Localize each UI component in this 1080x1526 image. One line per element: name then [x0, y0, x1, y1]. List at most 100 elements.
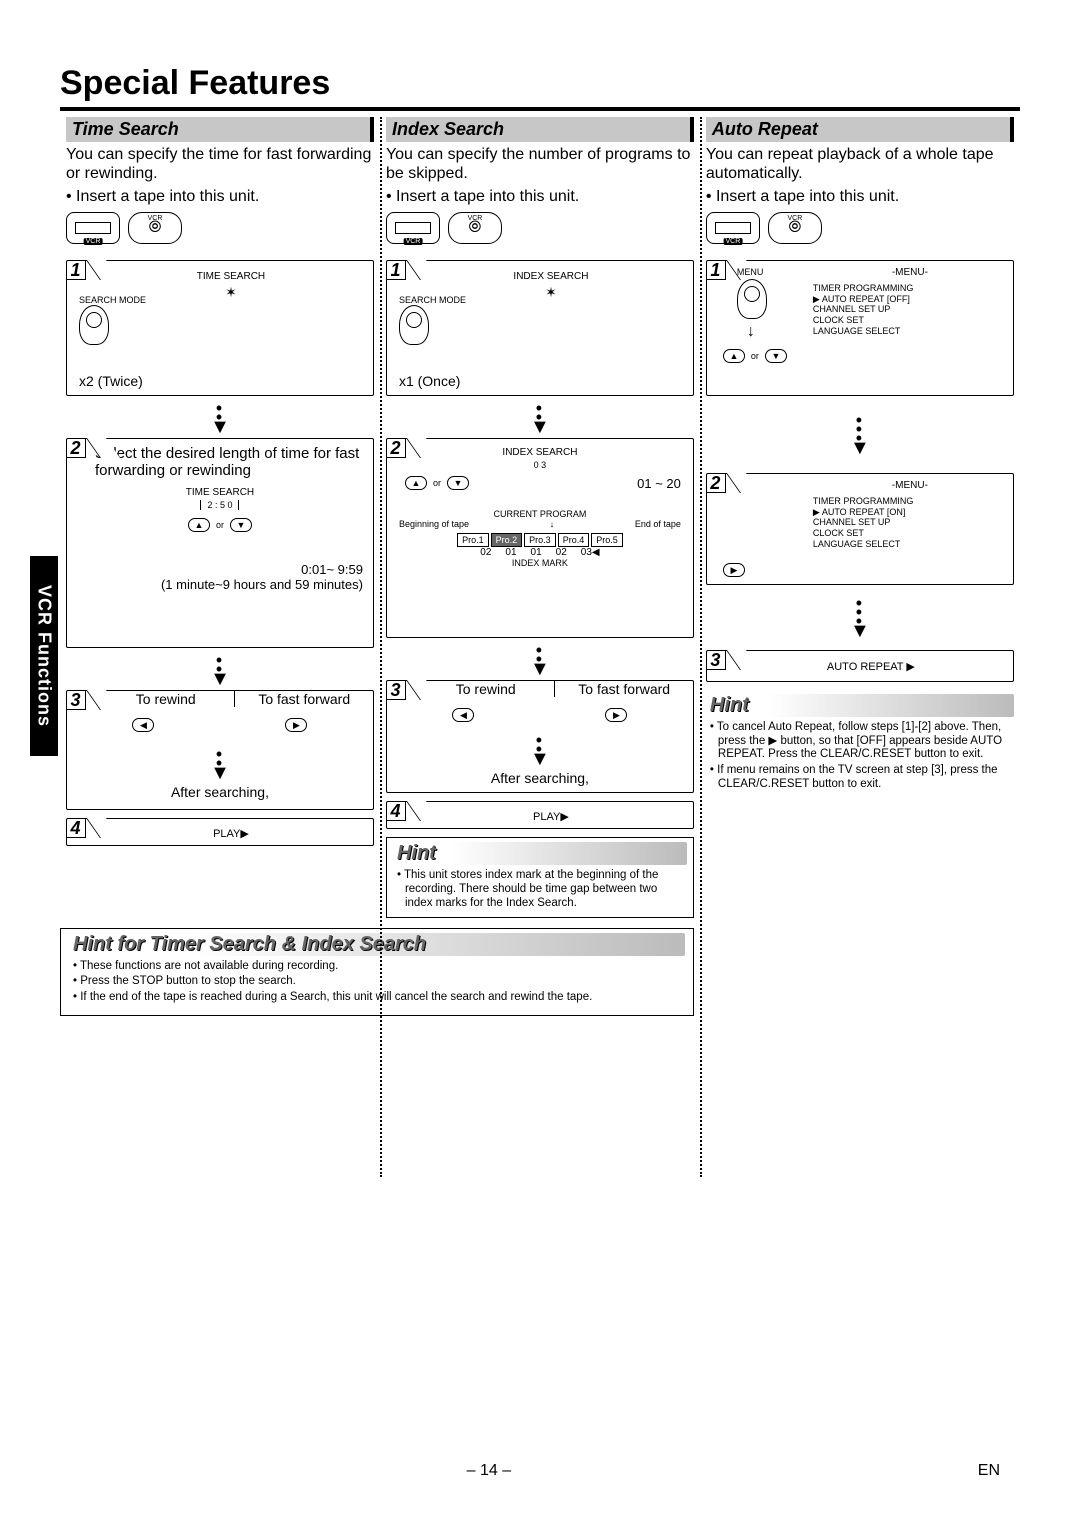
- ar-hint-box: Hint To cancel Auto Repeat, follow steps…: [706, 690, 1014, 798]
- step-num-2: 2: [706, 473, 726, 493]
- hint-item: To cancel Auto Repeat, follow steps [1]-…: [706, 721, 1014, 762]
- hint-item: These functions are not available during…: [69, 960, 685, 974]
- is-ff-label: To fast forward: [554, 681, 692, 697]
- ts-step1-btnlabel: SEARCH MODE: [79, 295, 146, 305]
- menu-item: LANGUAGE SELECT: [813, 326, 1007, 337]
- menu-item: CHANNEL SET UP: [813, 304, 1007, 315]
- hint-header: Hint: [706, 694, 1014, 717]
- search-mode-button-icon: [399, 305, 429, 345]
- ar-step3-box: 3 AUTO REPEAT ▶: [706, 650, 1014, 682]
- intro-time-search: You can specify the time for fast forwar…: [66, 146, 374, 184]
- program-row: Pro.1 Pro.2 Pro.3 Pro.4 Pro.5: [393, 533, 687, 547]
- rewind-button-icon: ◀: [452, 708, 474, 722]
- hint-header: Hint: [393, 842, 687, 865]
- is-step1-btnlabel: SEARCH MODE: [399, 295, 466, 305]
- is-step3-box: 3 To rewind To fast forward ◀ ▶ ••▼ Afte…: [386, 680, 694, 794]
- device-icons-1: VCR VCR⦾: [66, 212, 374, 244]
- is-play-label: PLAY▶: [415, 810, 687, 823]
- page-number: – 14 –: [467, 1462, 511, 1480]
- ts-ff-label: To fast forward: [234, 691, 372, 707]
- header-time-search: Time Search: [66, 117, 374, 142]
- vcr-unit-icon: VCR: [386, 212, 440, 244]
- arrow-icon: •••▼: [706, 416, 1014, 453]
- prog-cell: Pro.3: [524, 533, 556, 547]
- ts-step2-diaglabel: TIME SEARCH: [186, 487, 254, 498]
- or-label: or: [751, 351, 759, 361]
- is-step2-diagvalue: 0 3: [534, 460, 547, 470]
- ts-step1-box: 1 TIME SEARCH ✶ SEARCH MODE x2 (Twice): [66, 260, 374, 396]
- rewind-button-icon: ◀: [132, 718, 154, 732]
- vcr-remote-icon: VCR⦾: [448, 212, 502, 244]
- is-step2-diaglabel: INDEX SEARCH: [502, 447, 577, 458]
- arrow-icon: ••▼: [386, 646, 694, 674]
- menu-item: LANGUAGE SELECT: [813, 539, 1007, 550]
- ff-button-icon: ▶: [285, 718, 307, 732]
- menu-header: -MENU-: [813, 267, 1007, 279]
- menu-button-icon: [737, 279, 767, 319]
- or-label: or: [216, 520, 224, 530]
- program-nums: 02 01 01 02 03◀: [393, 547, 687, 558]
- col-index-search: Index Search You can specify the number …: [380, 117, 700, 918]
- ts-step1-diaglabel: TIME SEARCH: [197, 271, 265, 282]
- hint-item: If the end of the tape is reached during…: [69, 991, 685, 1005]
- ar-step2-box: 2 -MENU- TIMER PROGRAMMING ▶ AUTO REPEAT…: [706, 473, 1014, 585]
- ts-range: 0:01~ 9:59: [73, 562, 363, 577]
- step-num-1: 1: [386, 260, 406, 280]
- up-button-icon: ▲: [405, 476, 427, 490]
- is-step1-box: 1 INDEX SEARCH ✶ SEARCH MODE x1 (Once): [386, 260, 694, 396]
- bullet-auto-repeat: • Insert a tape into this unit.: [706, 188, 1014, 206]
- lang-code: EN: [978, 1462, 1000, 1480]
- manual-page: Special Features Time Search You can spe…: [0, 0, 1080, 1056]
- ts-step4-box: 4 PLAY▶: [66, 818, 374, 846]
- step-num-2: 2: [386, 438, 406, 458]
- menu-item: CLOCK SET: [813, 315, 1007, 326]
- arrow-icon: •••▼: [706, 599, 1014, 636]
- menu-item: CHANNEL SET UP: [813, 517, 1007, 528]
- col-auto-repeat: Auto Repeat You can repeat playback of a…: [700, 117, 1020, 918]
- menu-button-label: MENU: [737, 267, 764, 277]
- step-num-1: 1: [66, 260, 86, 280]
- side-tab-vcr-functions: VCR Functions: [30, 556, 58, 756]
- hint-item: Press the STOP button to stop the search…: [69, 975, 685, 989]
- is-step1-diaglabel: INDEX SEARCH: [513, 271, 588, 282]
- ff-button-icon: ▶: [605, 708, 627, 722]
- ts-after-searching: After searching,: [67, 784, 373, 806]
- current-program-label: CURRENT PROGRAM: [393, 509, 687, 519]
- arrow-icon: ••▼: [67, 750, 373, 778]
- step-num-1: 1: [706, 260, 726, 280]
- step-num-3: 3: [386, 680, 406, 700]
- device-icons-2: VCR VCR⦾: [386, 212, 694, 244]
- arrow-icon: ••▼: [66, 656, 374, 684]
- prog-cell: Pro.1: [457, 533, 489, 547]
- menu-item-selected: ▶ AUTO REPEAT [OFF]: [813, 294, 1007, 305]
- prog-num: 02: [480, 547, 491, 558]
- page-title: Special Features: [60, 64, 1020, 103]
- arrow-icon: ••▼: [387, 736, 693, 764]
- hint-item: If menu remains on the TV screen at step…: [706, 764, 1014, 792]
- ts-step2-diagvalue: 2 : 5 0: [200, 500, 239, 510]
- down-button-icon: ▼: [447, 476, 469, 490]
- prog-num: 03◀: [581, 547, 600, 558]
- arrow-icon: ••▼: [386, 404, 694, 432]
- header-auto-repeat: Auto Repeat: [706, 117, 1014, 142]
- ts-play-label: PLAY▶: [95, 827, 367, 840]
- vcr-unit-icon: VCR: [706, 212, 760, 244]
- ar-autorepeat-label: AUTO REPEAT ▶: [735, 660, 1007, 673]
- hint-item: This unit stores index mark at the begin…: [393, 869, 687, 910]
- bullet-time-search: • Insert a tape into this unit.: [66, 188, 374, 206]
- hint-header-bottom: Hint for Timer Search & Index Search: [69, 933, 685, 956]
- up-button-icon: ▲: [188, 518, 210, 532]
- ts-step2-box: 2 Select the desired length of time for …: [66, 438, 374, 648]
- is-step2-box: 2 INDEX SEARCH 0 3 ▲ or ▼ 01 ~ 20 CURREN…: [386, 438, 694, 638]
- prog-cell-current: Pro.2: [491, 533, 523, 547]
- is-rewind-label: To rewind: [417, 681, 554, 697]
- menu-item: CLOCK SET: [813, 528, 1007, 539]
- arrow-down-icon: ↓: [747, 323, 755, 341]
- prog-num: 01: [531, 547, 542, 558]
- prog-num: 02: [556, 547, 567, 558]
- ar-step1-box: 1 MENU ↓ -MENU- TIMER PROGRAMMING ▶ AUTO…: [706, 260, 1014, 396]
- search-mode-button-icon: [79, 305, 109, 345]
- arrow-icon: ••▼: [66, 404, 374, 432]
- menu-item-selected: ▶ AUTO REPEAT [ON]: [813, 507, 1007, 518]
- is-after-searching: After searching,: [387, 770, 693, 792]
